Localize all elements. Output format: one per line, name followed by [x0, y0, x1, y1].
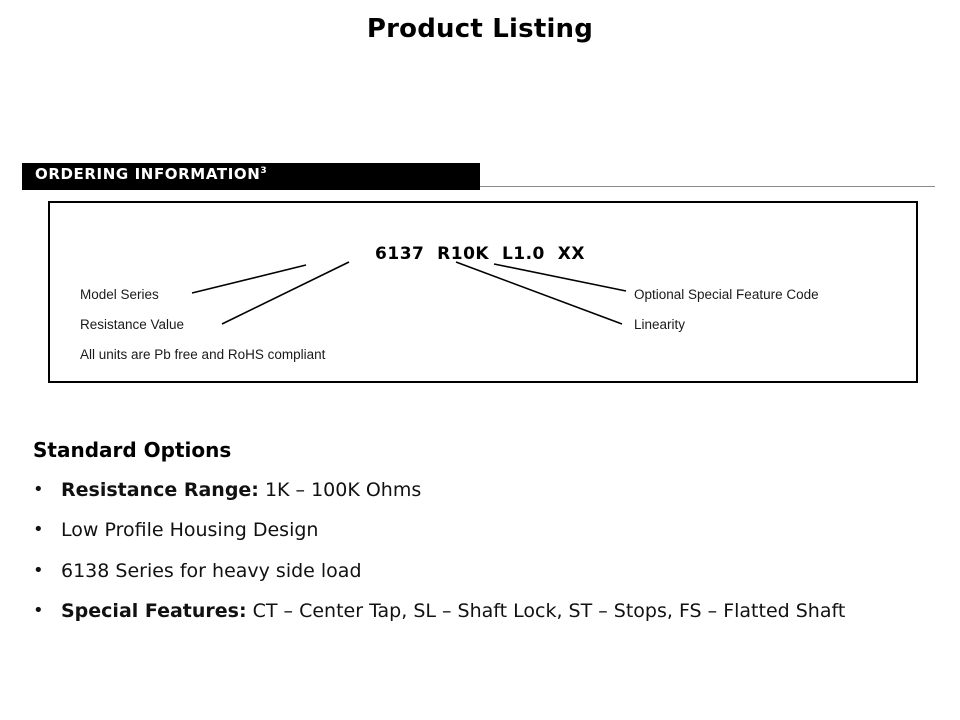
callout-resistance-value: Resistance Value	[80, 317, 185, 332]
list-item: • Special Features: CT – Center Tap, SL …	[33, 599, 933, 624]
list-item-text: Low Profile Housing Design	[61, 518, 933, 543]
list-item: • 6138 Series for heavy side load	[33, 559, 933, 584]
bullet-marker-icon: •	[33, 519, 44, 541]
bullet-marker-icon: •	[33, 479, 44, 500]
bullet-marker-icon: •	[33, 599, 44, 621]
standard-options-section: Standard Options • Resistance Range: 1K …	[33, 438, 933, 639]
bullet-marker-icon: •	[33, 559, 44, 581]
page-title: Product Listing	[366, 14, 594, 44]
list-item-body: 1K – 100K Ohms	[258, 479, 422, 501]
list-item: • Low Profile Housing Design	[33, 518, 933, 543]
list-item-bold-prefix: Resistance Range:	[61, 479, 259, 501]
list-item-text: Special Features: CT – Center Tap, SL – …	[61, 599, 933, 624]
list-item-bold-prefix: Special Features:	[61, 599, 247, 622]
part-number-string: 6137 R10K L1.0 XX	[375, 244, 585, 264]
callout-linearity: Linearity	[634, 317, 686, 332]
callout-pb-free-note: All units are Pb free and RoHS compliant	[80, 347, 326, 362]
ordering-information-footnote-marker: 3	[260, 166, 267, 176]
banner-horizontal-rule	[480, 186, 935, 187]
ordering-information-banner-title: ORDERING INFORMATION	[35, 165, 261, 183]
list-item-body: Low Profile Housing Design	[61, 519, 319, 542]
standard-options-heading: Standard Options	[33, 438, 232, 462]
callout-optional-special-feature-code: Optional Special Feature Code	[634, 287, 819, 302]
ordering-information-banner-label: ORDERING INFORMATION3	[35, 165, 267, 183]
list-item: • Resistance Range: 1K – 100K Ohms	[33, 478, 933, 503]
callout-model-series: Model Series	[80, 287, 159, 302]
ordering-information-graphic: ORDERING INFORMATION3 6137 R10K L1.0 XX …	[22, 160, 938, 388]
list-item-text: Resistance Range: 1K – 100K Ohms	[61, 478, 933, 503]
list-item-body: CT – Center Tap, SL – Shaft Lock, ST – S…	[246, 599, 846, 622]
list-item-text: 6138 Series for heavy side load	[61, 559, 933, 584]
list-item-body: 6138 Series for heavy side load	[61, 559, 362, 582]
